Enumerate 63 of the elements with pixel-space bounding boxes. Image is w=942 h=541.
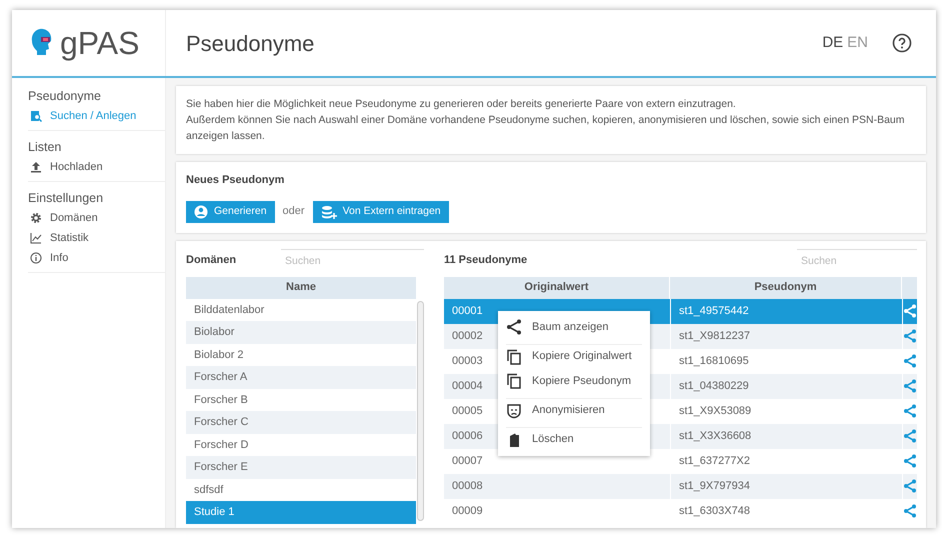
sidebar-item[interactable]: Domänen	[28, 208, 157, 228]
upload-icon	[30, 161, 42, 173]
search-field[interactable]: Suchen	[281, 248, 424, 272]
sidebar-item[interactable]: Info	[28, 248, 157, 268]
database-add-icon	[320, 204, 337, 218]
table-cell: 00004	[452, 380, 483, 392]
search-field[interactable]: Suchen	[797, 248, 917, 272]
domain-row[interactable]: Biolabor	[186, 321, 416, 344]
domain-row[interactable]: Studie 1	[186, 501, 416, 524]
copy-icon	[506, 373, 522, 389]
info-text: Außerdem können Sie nach Auswahl einer Domäne vorhandene Pseudonyme suchen, kopieren, anonymisieren und löschen, sowie sich einen PSN-Baum anzeigen lassen.	[186, 113, 906, 144]
sidebar-heading: Einstellungen	[28, 190, 104, 207]
domain-row[interactable]: Forscher A	[186, 366, 416, 388]
page-title: Pseudonyme	[186, 30, 314, 58]
line-chart-icon	[30, 232, 42, 244]
copy-icon	[506, 348, 522, 364]
table-cell: 00006	[452, 430, 483, 442]
table-cell: 00003	[452, 354, 483, 367]
generate-button[interactable]: Generieren	[186, 200, 275, 222]
language-link[interactable]: DE	[822, 32, 844, 54]
menu-item[interactable]: Löschen	[506, 426, 642, 452]
external-entry-button[interactable]: Von Extern eintragen	[312, 200, 449, 222]
pseudonyms-title: 11 Pseudonyme	[444, 253, 528, 268]
domains-title: Domänen	[186, 253, 238, 268]
share-icon[interactable]	[903, 454, 917, 468]
help-icon[interactable]	[892, 33, 912, 53]
menu-item[interactable]: Kopiere Originalwert	[506, 344, 642, 368]
info-text: Sie haben hier die Möglichkeit neue Pseudonyme zu generieren oder bereits generierte Paare von extern einzutragen.	[186, 97, 737, 112]
share-icon[interactable]	[903, 354, 917, 368]
user-icon	[194, 204, 208, 218]
share-icon[interactable]	[903, 479, 917, 493]
menu-item[interactable]: Anonymisieren	[506, 398, 642, 422]
column-header[interactable]: Name	[186, 276, 416, 298]
gear-icon	[30, 212, 42, 224]
sidebar-item[interactable]: Suchen / Anlegen	[28, 106, 157, 126]
share-icon[interactable]	[903, 504, 917, 518]
share-icon[interactable]	[903, 404, 917, 418]
section-title: Neues Pseudonym	[186, 173, 286, 188]
mask-icon	[506, 402, 522, 418]
sidebar-item[interactable]: Statistik	[28, 228, 157, 248]
sidebar-heading: Listen	[28, 139, 62, 156]
domain-row[interactable]: Forscher C	[186, 411, 416, 434]
search-icon	[30, 110, 42, 122]
table-cell: 00009	[452, 504, 483, 517]
share-icon[interactable]	[903, 329, 917, 343]
share-icon[interactable]	[903, 429, 917, 443]
table-cell: 00002	[452, 330, 483, 342]
sidebar-heading: Pseudonyme	[28, 88, 102, 105]
share-icon	[506, 319, 522, 335]
info-icon	[30, 252, 42, 264]
table-cell: 00001	[452, 304, 483, 317]
table-cell: 00007	[452, 454, 483, 467]
table-cell: 00005	[452, 404, 483, 417]
scrollbar[interactable]	[417, 300, 424, 520]
share-icon[interactable]	[903, 379, 917, 393]
logo-text: gPAS	[60, 27, 140, 59]
sidebar-item[interactable]: Hochladen	[28, 157, 157, 177]
pseudonym-row[interactable]: 00008 st1_9X797934	[444, 474, 917, 498]
table-cell: 00008	[452, 480, 483, 492]
share-icon[interactable]	[903, 304, 917, 318]
or-text: oder	[282, 204, 305, 220]
table-cell: st1_6303X748	[670, 498, 902, 524]
domain-row[interactable]: Forscher E	[186, 456, 416, 478]
